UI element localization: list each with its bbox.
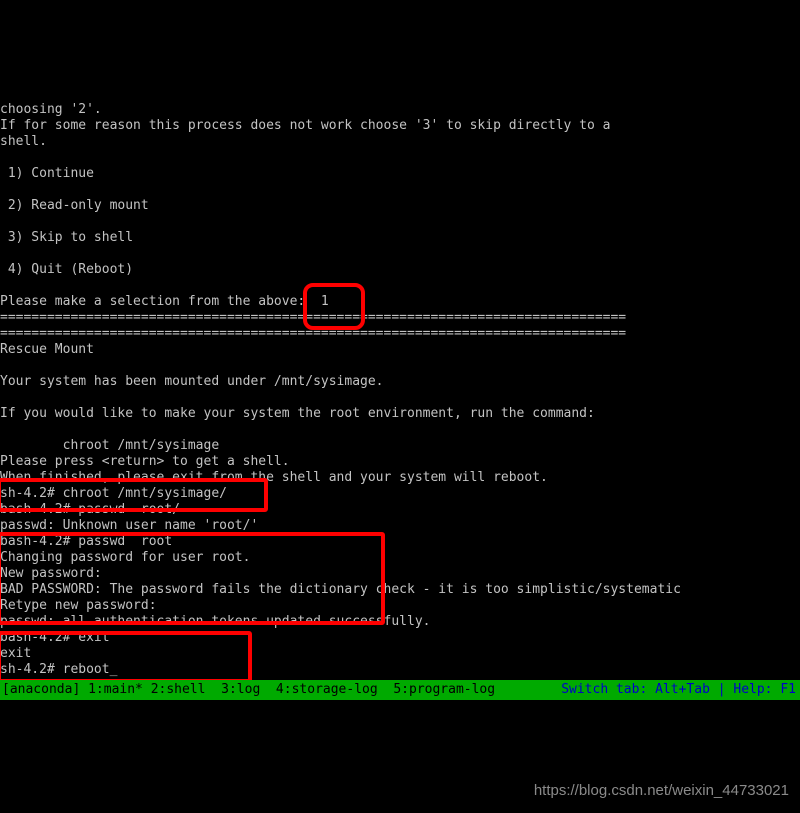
status-bar-tabs[interactable]: [anaconda] 1:main* 2:shell 3:log 4:stora… (2, 680, 495, 700)
anaconda-status-bar: [anaconda] 1:main* 2:shell 3:log 4:stora… (0, 680, 800, 700)
terminal-line: Your system has been mounted under /mnt/… (0, 374, 384, 389)
terminal-line: bash-4.2# exit (0, 630, 110, 645)
terminal-line: If you would like to make your system th… (0, 406, 595, 421)
terminal-line: 3) Skip to shell (0, 230, 134, 245)
terminal-line: chroot /mnt/sysimage (0, 438, 220, 453)
terminal-line: choosing '2'. (0, 102, 102, 117)
terminal-line: New password: (0, 566, 102, 581)
terminal-line: 4) Quit (Reboot) (0, 262, 134, 277)
terminal-line: sh-4.2# reboot_ (0, 662, 118, 677)
terminal-line: ========================================… (0, 326, 627, 341)
terminal-line: Retype new password: (0, 598, 157, 613)
terminal-output[interactable]: choosing '2'. If for some reason this pro… (0, 102, 800, 680)
terminal-line: 1) Continue (0, 166, 94, 181)
terminal-line: ========================================… (0, 310, 627, 325)
terminal-line: passwd: all authentication tokens update… (0, 614, 431, 629)
terminal-line: When finished, please exit from the shel… (0, 470, 548, 485)
rescue-mode-terminal-screen: choosing '2'. If for some reason this pro… (0, 0, 800, 813)
terminal-line: Please make a selection from the above: … (0, 294, 329, 309)
terminal-line: Please press <return> to get a shell. (0, 454, 290, 469)
terminal-line: Rescue Mount (0, 342, 94, 357)
terminal-line: bash-4.2# passwd root/ (0, 502, 181, 517)
terminal-line: sh-4.2# chroot /mnt/sysimage/ (0, 486, 227, 501)
terminal-line: passwd: Unknown user name 'root/' (0, 518, 259, 533)
terminal-line: 2) Read-only mount (0, 198, 149, 213)
terminal-line: BAD PASSWORD: The password fails the dic… (0, 582, 681, 597)
watermark-url: https://blog.csdn.net/weixin_44733021 (533, 782, 789, 799)
terminal-line: Changing password for user root. (0, 550, 251, 565)
terminal-line: exit (0, 646, 32, 661)
status-bar-help-hint: Switch tab: Alt+Tab | Help: F1 (561, 682, 796, 697)
terminal-line: shell. (0, 134, 47, 149)
terminal-line: If for some reason this process does not… (0, 118, 611, 133)
terminal-line: bash-4.2# passwd root (0, 534, 173, 549)
